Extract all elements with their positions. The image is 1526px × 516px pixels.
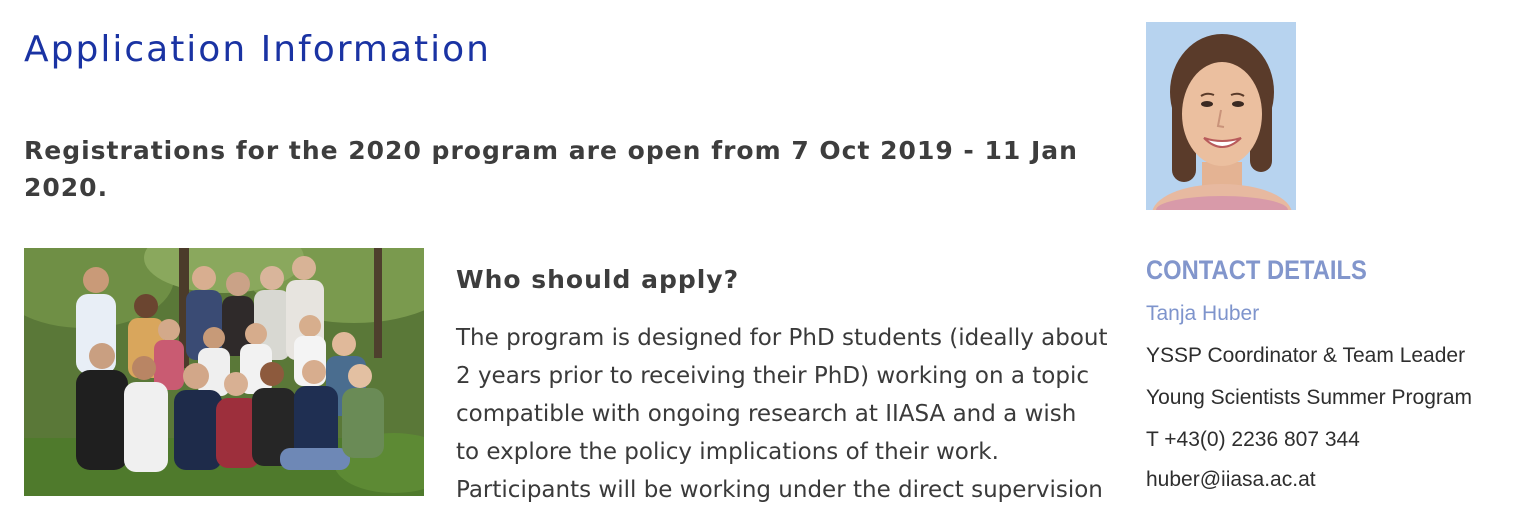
body-line: The program is designed for PhD students… [456, 325, 1108, 351]
group-photo [24, 248, 424, 496]
body-line: to explore the policy implications of th… [456, 439, 999, 465]
contact-details-heading: CONTACT DETAILS [1146, 255, 1367, 285]
contact-program: Young Scientists Summer Program [1146, 386, 1473, 409]
contact-name-link[interactable]: Tanja Huber [1146, 300, 1259, 328]
contact-portrait [1146, 22, 1296, 210]
contact-email[interactable]: huber@iiasa.ac.at [1146, 466, 1316, 494]
who-should-apply-heading: Who should apply? [456, 265, 740, 294]
registration-notice: Registrations for the 2020 program are o… [24, 136, 1078, 202]
body-line: Participants will be working under the d… [456, 477, 1103, 503]
who-should-apply-text: The program is designed for PhD students… [456, 319, 1116, 509]
contact-role: YSSP Coordinator & Team Leader [1146, 344, 1466, 367]
body-line: 2 years prior to receiving their PhD) wo… [456, 363, 1089, 389]
page-title: Application Information [24, 29, 491, 70]
application-info-page: Application Information Registrations fo… [0, 0, 1526, 516]
body-line: compatible with ongoing research at IIAS… [456, 401, 1077, 427]
contact-phone: T +43(0) 2236 807 344 [1146, 428, 1360, 451]
